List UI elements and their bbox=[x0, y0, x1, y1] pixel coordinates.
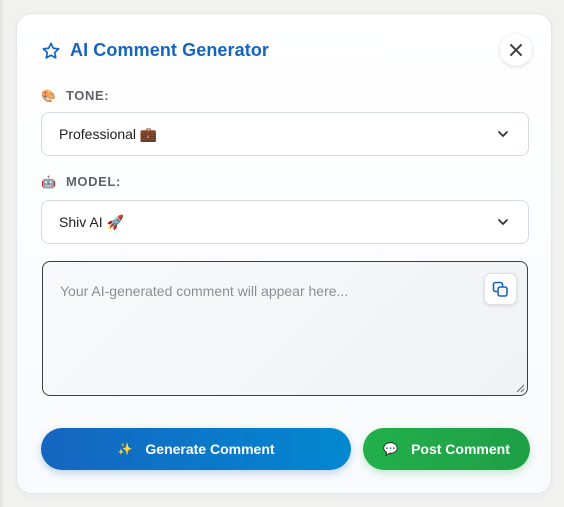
model-label: 🤖 MODEL: bbox=[41, 174, 121, 189]
page-edge bbox=[0, 0, 3, 507]
generate-comment-button[interactable]: ✨ Generate Comment bbox=[41, 428, 351, 470]
sparkles-icon: ✨ bbox=[117, 442, 133, 456]
tone-select-value: Professional 💼 bbox=[59, 125, 158, 142]
close-icon bbox=[510, 44, 522, 56]
post-comment-label: Post Comment bbox=[411, 441, 510, 457]
generated-comment-textarea[interactable]: Your AI-generated comment will appear he… bbox=[42, 261, 528, 396]
robot-icon: 🤖 bbox=[41, 174, 57, 189]
chevron-down-icon bbox=[498, 219, 508, 225]
star-outline-icon bbox=[42, 42, 60, 59]
textarea-placeholder: Your AI-generated comment will appear he… bbox=[60, 283, 349, 299]
palette-icon: 🎨 bbox=[41, 88, 57, 103]
model-select[interactable]: Shiv AI 🚀 bbox=[41, 200, 529, 244]
resize-handle-icon[interactable] bbox=[516, 384, 525, 393]
model-label-text: MODEL: bbox=[66, 174, 121, 189]
panel-title: AI Comment Generator bbox=[70, 40, 270, 60]
post-comment-button[interactable]: 💬 Post Comment bbox=[363, 428, 530, 470]
speech-bubble-icon: 💬 bbox=[383, 442, 399, 456]
tone-label: 🎨 TONE: bbox=[41, 88, 109, 103]
close-button[interactable] bbox=[500, 34, 532, 66]
model-select-value: Shiv AI 🚀 bbox=[59, 213, 124, 230]
tone-label-text: TONE: bbox=[66, 88, 110, 103]
copy-icon bbox=[492, 281, 508, 297]
copy-button[interactable] bbox=[484, 273, 517, 305]
panel-header: AI Comment Generator bbox=[41, 40, 269, 61]
chevron-down-icon bbox=[498, 131, 508, 137]
comment-generator-panel: AI Comment Generator 🎨 TONE: Professiona… bbox=[16, 13, 552, 494]
tone-select[interactable]: Professional 💼 bbox=[41, 112, 529, 156]
generate-comment-label: Generate Comment bbox=[145, 441, 275, 457]
